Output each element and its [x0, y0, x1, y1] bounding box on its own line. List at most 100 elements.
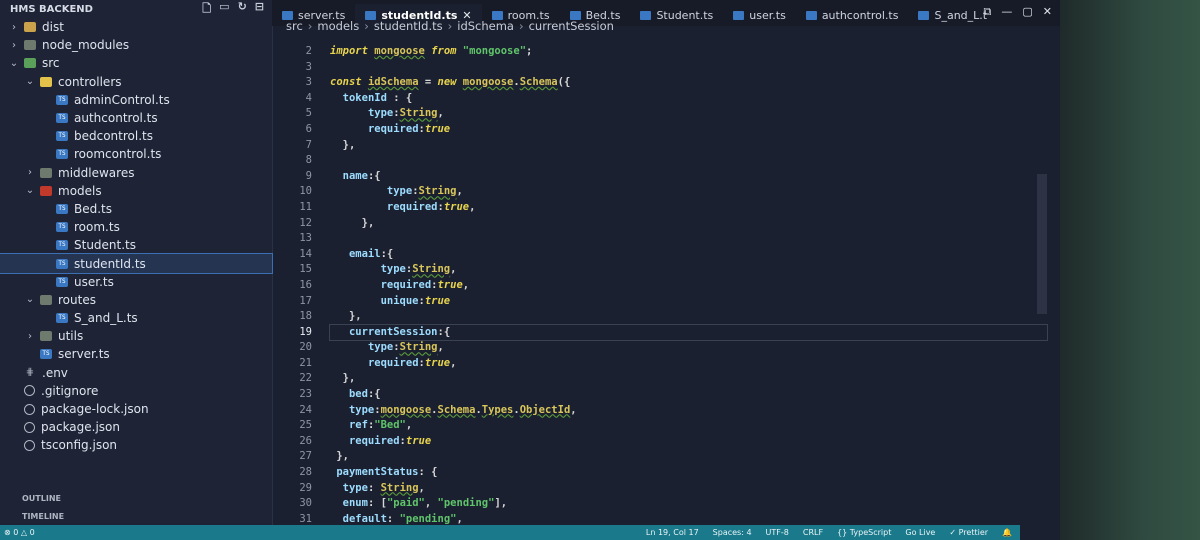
code-line[interactable]: type:mongoose.Schema.Types.ObjectId, — [330, 403, 1047, 419]
status-item[interactable]: Go Live — [905, 528, 935, 537]
vscode-window: HMS BACKEND 🗋 ▭ ↻ ⊟ › dist › node_modules ⌄ s… — [0, 0, 1060, 540]
code-line[interactable]: }, — [330, 138, 1047, 154]
code-lines[interactable]: import mongoose from "mongoose"; const id… — [329, 44, 1048, 540]
breadcrumb-item[interactable]: idSchema — [457, 19, 514, 33]
line-numbers: 2 3 3 4 5 6 7 8 9 10 11 12 13 14 15 16 17 18 19 20 21 22 23 24 2… — [272, 44, 312, 540]
tree-file[interactable]: ⋕ .env — [0, 364, 272, 382]
tree-file[interactable]: tsconfig.json — [0, 436, 272, 454]
tree-item-label: user.ts — [74, 274, 114, 289]
tree-folder[interactable]: › node_modules — [0, 36, 272, 54]
code-line[interactable]: name:{ — [330, 169, 1047, 185]
code-line[interactable]: type: String, — [330, 481, 1047, 497]
tree-item-label: S_and_L.ts — [74, 311, 138, 326]
tree-file[interactable]: TS adminControl.ts — [0, 91, 272, 109]
status-item[interactable]: ✓ Prettier — [949, 528, 988, 537]
code-line[interactable]: import mongoose from "mongoose"; — [330, 44, 1047, 60]
folder-icon — [40, 331, 52, 342]
tree-folder[interactable]: ⌄ controllers — [0, 73, 272, 91]
status-problems[interactable]: ⊗ 0 △ 0 — [4, 528, 35, 537]
outline-section[interactable]: OUTLINE — [0, 490, 272, 506]
breadcrumb-item[interactable]: studentId.ts — [374, 19, 443, 33]
folder-icon — [40, 185, 52, 196]
tree-file[interactable]: package-lock.json — [0, 400, 272, 418]
tree-folder[interactable]: ⌄ models — [0, 182, 272, 200]
git-file-icon — [24, 385, 35, 397]
tree-item-label: .gitignore — [41, 383, 99, 398]
breadcrumb-item[interactable]: src — [286, 19, 303, 33]
code-line[interactable]: unique:true — [330, 294, 1047, 310]
tree-folder[interactable]: › utils — [0, 327, 272, 345]
breadcrumb-item[interactable]: models — [317, 19, 359, 33]
code-line[interactable] — [330, 231, 1047, 247]
code-line[interactable]: bed:{ — [330, 387, 1047, 403]
close-window-icon[interactable]: ✕ — [1043, 5, 1052, 19]
code-line[interactable]: currentSession:{ — [329, 323, 1048, 342]
code-line[interactable]: required:true, — [330, 356, 1047, 372]
code-line[interactable]: type:String, — [330, 106, 1047, 122]
breadcrumb-item[interactable]: currentSession — [529, 19, 614, 33]
split-editor-icon[interactable]: ⧉ — [984, 5, 992, 19]
explorer-sidebar: HMS BACKEND 🗋 ▭ ↻ ⊟ › dist › node_modules ⌄ s… — [0, 0, 273, 525]
tree-file[interactable]: TS Bed.ts — [0, 200, 272, 218]
code-line[interactable]: email:{ — [330, 247, 1047, 263]
status-item[interactable]: Spaces: 4 — [713, 528, 752, 537]
code-line[interactable]: paymentStatus: { — [330, 465, 1047, 481]
breadcrumb-separator-icon: › — [364, 19, 369, 33]
code-line[interactable]: required:true — [330, 434, 1047, 450]
chevron-right-icon: › — [12, 39, 16, 51]
status-item[interactable]: CRLF — [803, 528, 823, 537]
code-line[interactable]: type:String, — [330, 262, 1047, 278]
tree-item-label: routes — [58, 292, 96, 307]
code-line[interactable] — [330, 60, 1047, 76]
status-item[interactable]: {} TypeScript — [837, 528, 891, 537]
tree-file[interactable]: TS user.ts — [0, 273, 272, 291]
tree-file[interactable]: TS bedcontrol.ts — [0, 127, 272, 145]
code-line[interactable]: const idSchema = new mongoose.Schema({ — [330, 75, 1047, 91]
code-line[interactable] — [330, 153, 1047, 169]
code-line[interactable]: }, — [330, 371, 1047, 387]
timeline-section[interactable]: TIMELINE — [0, 508, 272, 524]
tree-file[interactable]: TS server.ts — [0, 345, 272, 363]
code-line[interactable]: type:String, — [330, 340, 1047, 356]
chevron-down-icon: ⌄ — [9, 57, 19, 69]
status-item[interactable]: Ln 19, Col 17 — [646, 528, 699, 537]
code-line[interactable]: type:String, — [330, 184, 1047, 200]
typescript-file-icon: TS — [56, 258, 68, 269]
status-item[interactable]: 🔔 — [1002, 528, 1012, 537]
collapse-icon[interactable]: ⊟ — [255, 0, 264, 19]
tree-file[interactable]: TS studentId.ts — [0, 253, 273, 274]
chevron-right-icon: › — [28, 330, 32, 342]
tree-file[interactable]: package.json — [0, 418, 272, 436]
maximize-icon[interactable]: ▢ — [1022, 5, 1032, 19]
refresh-icon[interactable]: ↻ — [238, 0, 247, 19]
tree-folder[interactable]: ⌄ routes — [0, 291, 272, 309]
tree-file[interactable]: TS Student.ts — [0, 236, 272, 254]
code-line[interactable]: tokenId : { — [330, 91, 1047, 107]
tree-file[interactable]: TS S_and_L.ts — [0, 309, 272, 327]
tree-item-label: adminControl.ts — [74, 92, 170, 107]
code-line[interactable]: }, — [330, 309, 1047, 325]
tree-file[interactable]: TS roomcontrol.ts — [0, 145, 272, 163]
code-line[interactable]: required:true, — [330, 278, 1047, 294]
code-line[interactable]: ref:"Bed", — [330, 418, 1047, 434]
code-line[interactable]: }, — [330, 449, 1047, 465]
code-line[interactable]: required:true — [330, 122, 1047, 138]
code-line[interactable]: }, — [330, 216, 1047, 232]
editor-scrollbar[interactable] — [1037, 174, 1047, 314]
tree-folder[interactable]: › dist — [0, 18, 272, 36]
code-line[interactable]: enum: ["paid", "pending"], — [330, 496, 1047, 512]
minimize-icon[interactable]: — — [1001, 5, 1012, 19]
line-number: 12 — [299, 216, 312, 229]
tree-folder[interactable]: › middlewares — [0, 164, 272, 182]
code-line[interactable]: required:true, — [330, 200, 1047, 216]
json-file-icon — [24, 421, 35, 433]
tree-file[interactable]: TS authcontrol.ts — [0, 109, 272, 127]
status-item[interactable]: UTF-8 — [766, 528, 789, 537]
code-editor[interactable]: 2 3 3 4 5 6 7 8 9 10 11 12 13 14 15 16 17 18 19 20 21 22 23 24 2… — [272, 44, 1048, 540]
tree-folder[interactable]: ⌄ src — [0, 54, 272, 72]
tree-file[interactable]: TS room.ts — [0, 218, 272, 236]
tree-item-label: bedcontrol.ts — [74, 129, 153, 144]
new-file-icon[interactable]: 🗋 — [202, 0, 211, 19]
tree-file[interactable]: .gitignore — [0, 382, 272, 400]
new-folder-icon[interactable]: ▭ — [219, 0, 229, 19]
